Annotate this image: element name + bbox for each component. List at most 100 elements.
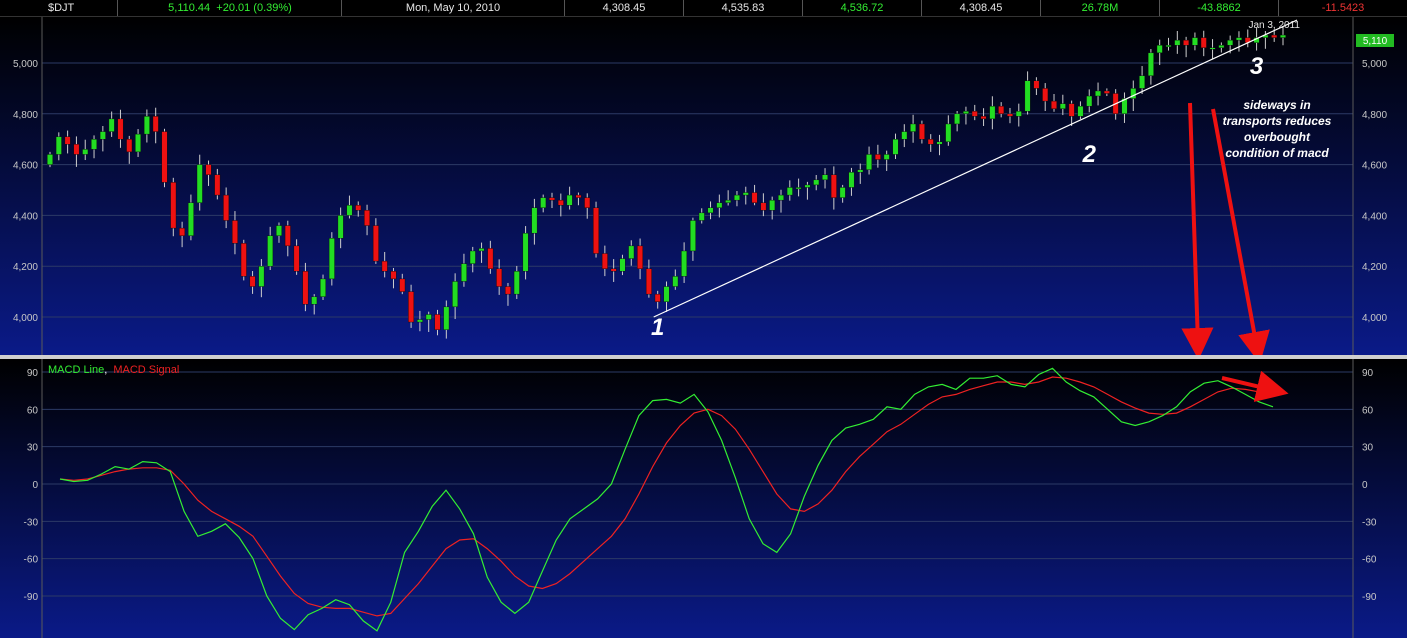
candle-up bbox=[1191, 37, 1198, 46]
macd-tick-label: 90 bbox=[27, 368, 39, 379]
price-tick-label: 5,000 bbox=[13, 59, 38, 70]
panel-separator[interactable] bbox=[0, 355, 1407, 359]
candle-up bbox=[892, 138, 899, 155]
candle-up bbox=[1218, 45, 1225, 48]
candle-up bbox=[47, 154, 53, 165]
candle-up bbox=[82, 149, 89, 155]
candle-up bbox=[689, 220, 696, 252]
candle-down bbox=[117, 118, 124, 140]
price-tick-label: 4,600 bbox=[1362, 161, 1387, 172]
candle-up bbox=[1156, 45, 1163, 54]
candle-up bbox=[848, 172, 855, 188]
candle-up bbox=[143, 116, 150, 135]
candle-up bbox=[945, 123, 952, 142]
price-tick-label: 4,000 bbox=[1362, 313, 1387, 324]
candle-up bbox=[55, 136, 62, 155]
candle-down bbox=[1271, 34, 1278, 38]
candle-up bbox=[742, 192, 749, 196]
price-tick-label: 4,200 bbox=[1362, 262, 1387, 273]
macd-tick-label: 60 bbox=[27, 405, 39, 416]
candle-down bbox=[355, 205, 362, 211]
candle-up bbox=[1236, 37, 1242, 41]
candle-up bbox=[804, 184, 811, 188]
symbol-cell: $DJT bbox=[0, 0, 118, 16]
candle-up bbox=[1015, 111, 1022, 117]
candle-up bbox=[822, 174, 828, 181]
candle-up bbox=[989, 105, 996, 120]
candle-up bbox=[328, 238, 335, 280]
candle-down bbox=[601, 253, 608, 269]
candle-down bbox=[302, 271, 309, 305]
candle-down bbox=[575, 194, 582, 198]
candle-up bbox=[320, 278, 326, 297]
macd-tick-label: -30 bbox=[1362, 517, 1377, 528]
high-value: 4,535.83 bbox=[721, 2, 765, 14]
candle-up bbox=[963, 111, 969, 115]
candle-down bbox=[927, 138, 934, 145]
candle-down bbox=[496, 268, 503, 287]
candle-down bbox=[399, 278, 406, 292]
candle-up bbox=[478, 248, 485, 252]
candle-down bbox=[381, 260, 388, 272]
last-price-tag: 5,110 bbox=[1356, 34, 1394, 47]
low-value: 4,308.45 bbox=[959, 2, 1003, 14]
candle-up bbox=[707, 207, 714, 214]
last-price: 5,110.44 bbox=[168, 2, 211, 14]
candle-down bbox=[223, 194, 230, 221]
candle-up bbox=[1024, 80, 1031, 112]
candle-down bbox=[240, 243, 247, 277]
candle-up bbox=[258, 265, 265, 287]
symbol-label: $DJT bbox=[48, 2, 75, 14]
candle-down bbox=[161, 131, 168, 183]
candle-up bbox=[135, 133, 142, 153]
macd-panel: -90 -60 -30 0 30 60 90 -90 -60 -30 0 30 60 90 MACD L… bbox=[0, 359, 1407, 638]
candle-up bbox=[866, 154, 872, 170]
candle-up bbox=[513, 271, 520, 295]
high-colored-cell: 4,536.72 bbox=[803, 0, 922, 16]
candle-up bbox=[628, 245, 635, 259]
candle-up bbox=[443, 306, 450, 330]
candle-down bbox=[593, 207, 599, 254]
annotation-note-line-4: condition of macd bbox=[1225, 146, 1329, 160]
candle-up bbox=[769, 199, 776, 211]
open-cell: 4,308.45 bbox=[565, 0, 684, 16]
candle-up bbox=[1059, 103, 1066, 109]
candle-down bbox=[1103, 90, 1110, 94]
candle-down bbox=[505, 286, 511, 295]
neg1-cell: -43.8862 bbox=[1160, 0, 1279, 16]
candle-up bbox=[1139, 75, 1146, 89]
candle-down bbox=[1007, 113, 1013, 117]
macd-tick-label: 90 bbox=[1362, 368, 1374, 379]
macd-tick-label: 30 bbox=[1362, 443, 1374, 454]
candle-down bbox=[637, 245, 644, 269]
price-tick-label: 4,200 bbox=[13, 262, 38, 273]
macd-tick-label: -60 bbox=[1362, 555, 1377, 566]
low-cell: 4,308.45 bbox=[922, 0, 1041, 16]
legend-separator: , bbox=[104, 364, 107, 376]
candle-up bbox=[461, 263, 467, 282]
macd-tick-label: 30 bbox=[27, 443, 39, 454]
candle-up bbox=[267, 235, 274, 267]
candle-up bbox=[566, 194, 573, 206]
annotation-label-2: 2 bbox=[1082, 141, 1097, 168]
candle-down bbox=[557, 199, 564, 206]
candle-down bbox=[980, 116, 987, 120]
candle-up bbox=[786, 187, 793, 196]
high-cell: 4,535.83 bbox=[684, 0, 803, 16]
macd-tick-label: 0 bbox=[1362, 480, 1368, 491]
price-tick-label: 4,600 bbox=[13, 161, 38, 172]
annotation-note-line-3: overbought bbox=[1244, 130, 1311, 144]
candle-down bbox=[205, 164, 212, 175]
candle-up bbox=[1147, 52, 1154, 76]
candle-up bbox=[681, 250, 688, 277]
candle-up bbox=[954, 113, 961, 125]
candle-up bbox=[901, 131, 908, 140]
candle-down bbox=[610, 268, 617, 272]
candle-down bbox=[645, 268, 652, 295]
candle-down bbox=[170, 182, 177, 229]
candle-down bbox=[284, 225, 291, 247]
candle-up bbox=[813, 179, 820, 186]
candle-up bbox=[91, 138, 97, 150]
price-tick-label: 5,000 bbox=[1362, 59, 1387, 70]
price-change: +20.01 (0.39%) bbox=[216, 2, 292, 14]
